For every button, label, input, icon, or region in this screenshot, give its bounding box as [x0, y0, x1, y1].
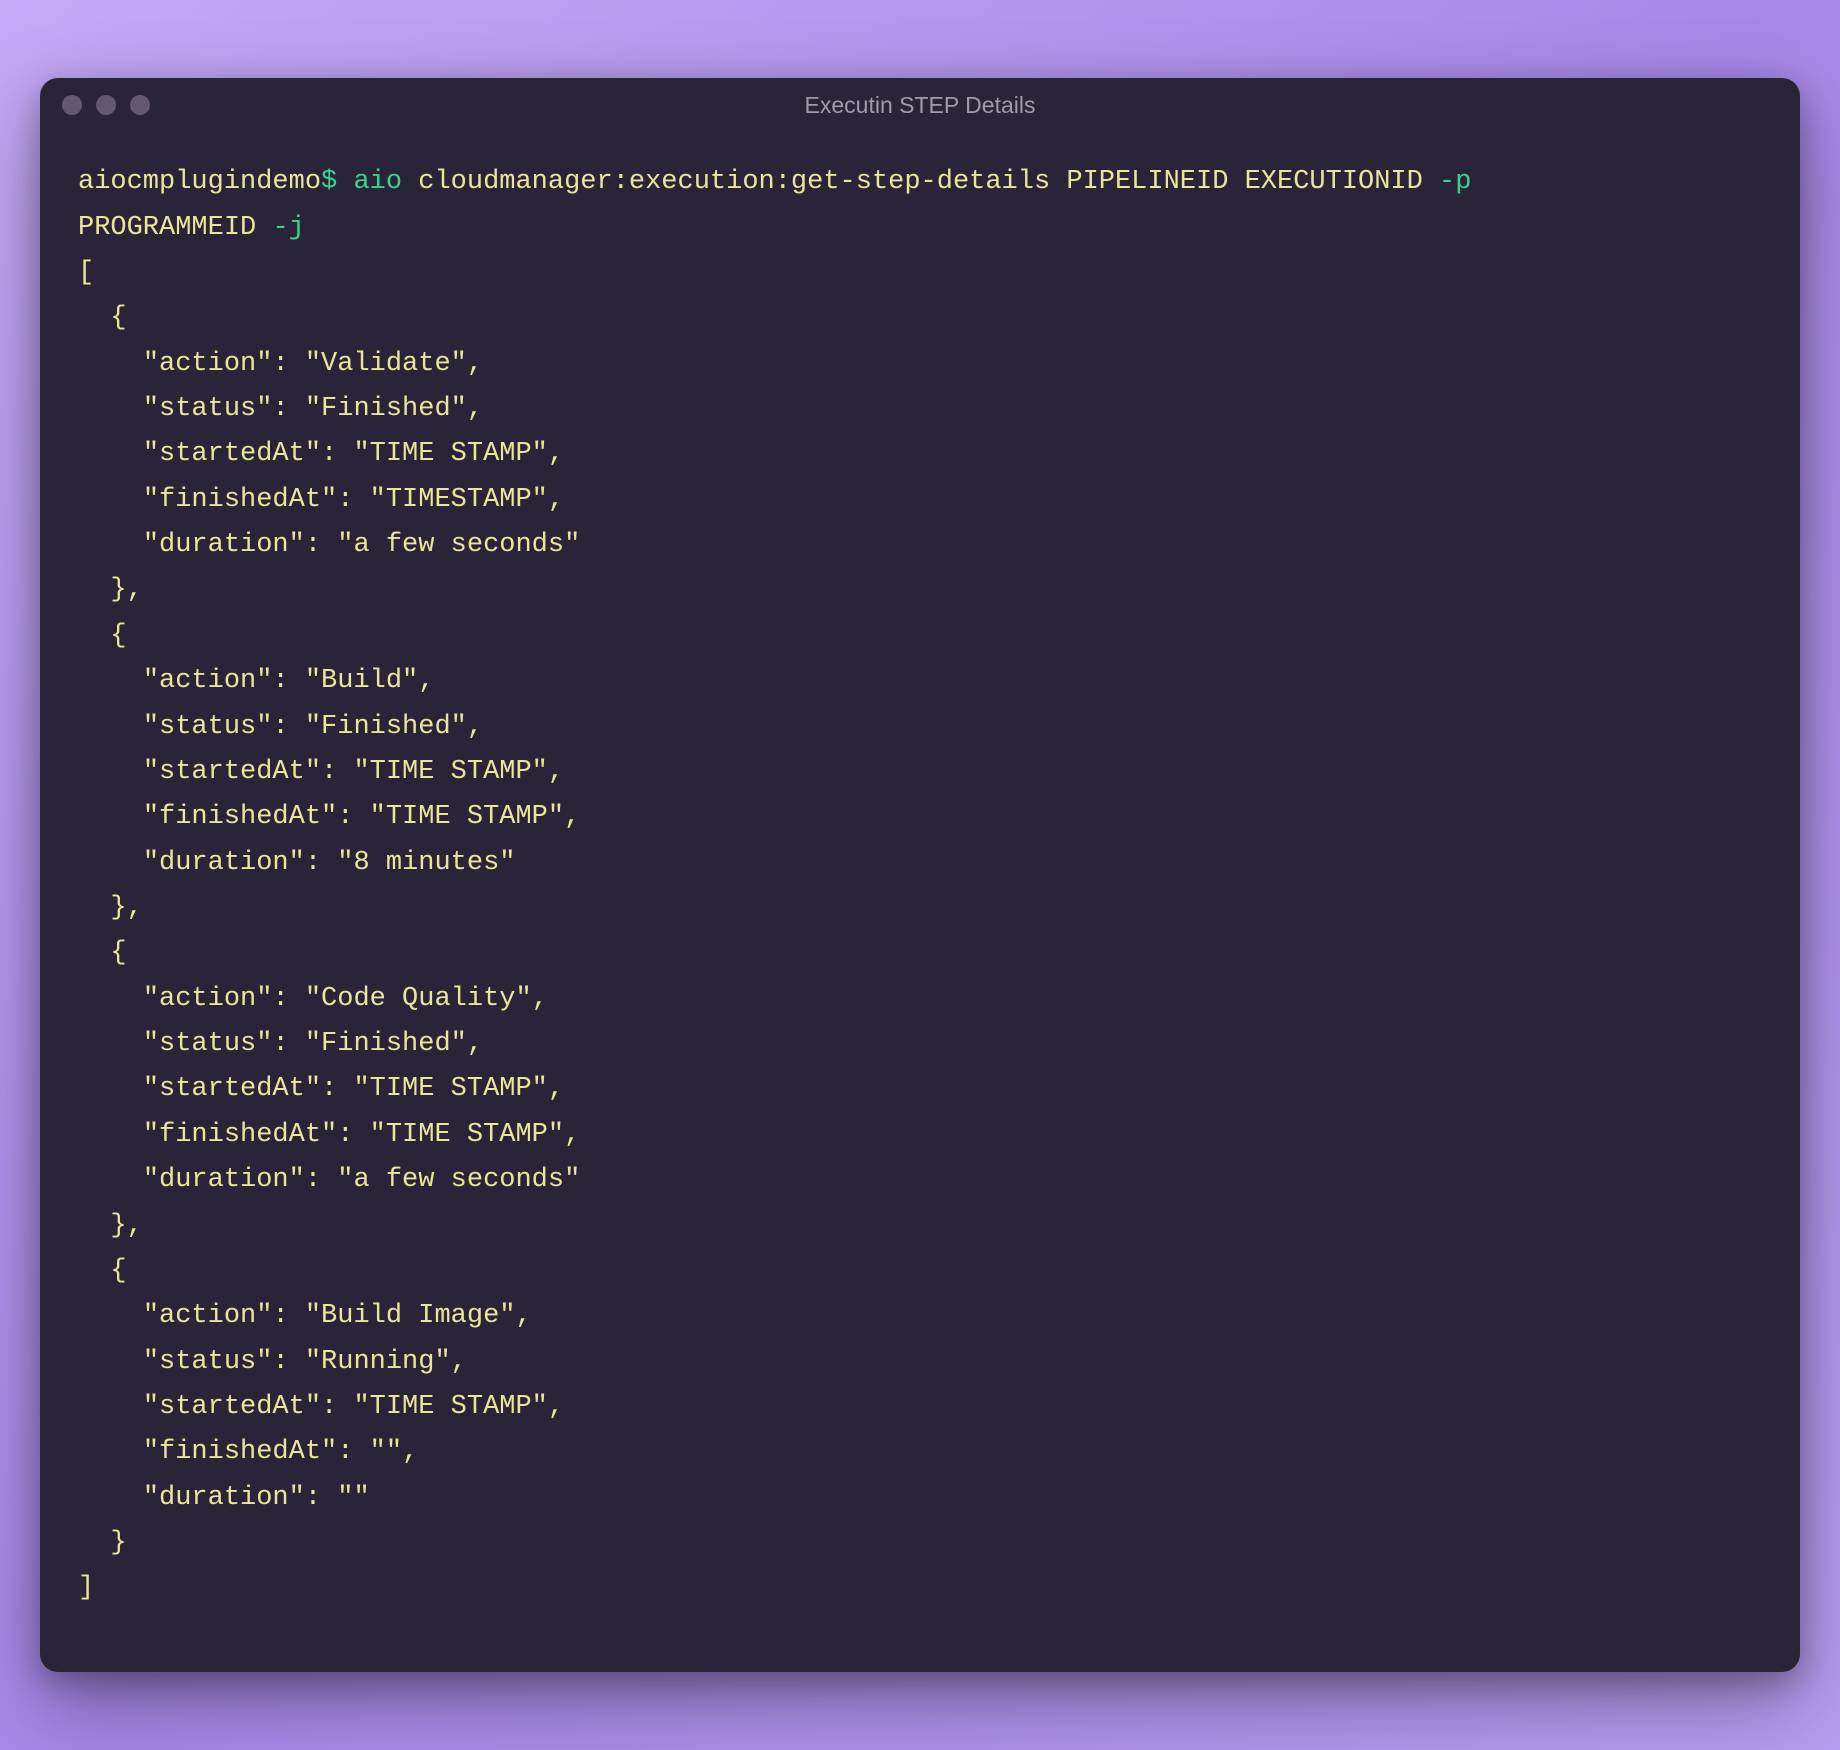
- prompt-dollar: $: [321, 167, 337, 197]
- window-title: Executin STEP Details: [40, 92, 1800, 119]
- json-val-action: "Build": [305, 666, 418, 696]
- command-binary: aio: [353, 167, 402, 197]
- json-key-finishedat: "finishedAt": [143, 1437, 337, 1467]
- json-key-startedat: "startedAt": [143, 757, 321, 787]
- json-val-action: "Validate": [305, 349, 467, 379]
- json-val-action: "Build Image": [305, 1301, 516, 1331]
- titlebar: Executin STEP Details: [40, 78, 1800, 132]
- json-val-startedat: "TIME STAMP": [353, 1074, 547, 1104]
- json-open-brace: {: [110, 621, 126, 651]
- json-close-brace: },: [110, 893, 142, 923]
- json-val-startedat: "TIME STAMP": [353, 757, 547, 787]
- json-val-duration: "a few seconds": [337, 1165, 580, 1195]
- json-key-action: "action": [143, 666, 273, 696]
- json-val-startedat: "TIME STAMP": [353, 439, 547, 469]
- json-key-finishedat: "finishedAt": [143, 1120, 337, 1150]
- json-key-startedat: "startedAt": [143, 1074, 321, 1104]
- json-close-brace: }: [110, 1528, 126, 1558]
- command-part2: PROGRAMMEID: [78, 213, 256, 243]
- json-key-duration: "duration": [143, 530, 305, 560]
- json-close-brace: },: [110, 575, 142, 605]
- json-val-startedat: "TIME STAMP": [353, 1392, 547, 1422]
- command-part1: cloudmanager:execution:get-step-details …: [418, 167, 1423, 197]
- json-val-status: "Finished": [305, 394, 467, 424]
- flag-p: -p: [1439, 167, 1471, 197]
- json-open-brace: {: [110, 303, 126, 333]
- json-val-status: "Finished": [305, 1029, 467, 1059]
- json-key-finishedat: "finishedAt": [143, 802, 337, 832]
- minimize-icon[interactable]: [96, 95, 116, 115]
- json-key-duration: "duration": [143, 1483, 305, 1513]
- flag-j: -j: [272, 213, 304, 243]
- json-val-action: "Code Quality": [305, 984, 532, 1014]
- json-key-status: "status": [143, 1347, 273, 1377]
- json-val-finishedat: "": [370, 1437, 402, 1467]
- json-open-bracket: [: [78, 258, 94, 288]
- prompt-host: aiocmplugindemo: [78, 167, 321, 197]
- maximize-icon[interactable]: [130, 95, 150, 115]
- json-val-status: "Finished": [305, 712, 467, 742]
- json-val-status: "Running": [305, 1347, 451, 1377]
- terminal-window: Executin STEP Details aiocmplugindemo$ a…: [40, 78, 1800, 1672]
- json-open-brace: {: [110, 1256, 126, 1286]
- json-key-action: "action": [143, 984, 273, 1014]
- json-val-duration: "8 minutes": [337, 848, 515, 878]
- terminal-content[interactable]: aiocmplugindemo$ aio cloudmanager:execut…: [40, 132, 1800, 1672]
- json-val-finishedat: "TIME STAMP": [370, 802, 564, 832]
- json-key-duration: "duration": [143, 1165, 305, 1195]
- json-key-action: "action": [143, 1301, 273, 1331]
- close-icon[interactable]: [62, 95, 82, 115]
- json-val-duration: "": [337, 1483, 369, 1513]
- json-val-finishedat: "TIME STAMP": [370, 1120, 564, 1150]
- json-key-status: "status": [143, 1029, 273, 1059]
- json-close-bracket: ]: [78, 1573, 94, 1603]
- json-key-status: "status": [143, 394, 273, 424]
- json-val-duration: "a few seconds": [337, 530, 580, 560]
- json-open-brace: {: [110, 938, 126, 968]
- json-key-startedat: "startedAt": [143, 1392, 321, 1422]
- json-key-finishedat: "finishedAt": [143, 485, 337, 515]
- json-key-status: "status": [143, 712, 273, 742]
- json-key-action: "action": [143, 349, 273, 379]
- json-key-startedat: "startedAt": [143, 439, 321, 469]
- traffic-lights: [62, 95, 150, 115]
- json-key-duration: "duration": [143, 848, 305, 878]
- json-close-brace: },: [110, 1211, 142, 1241]
- json-val-finishedat: "TIMESTAMP": [370, 485, 548, 515]
